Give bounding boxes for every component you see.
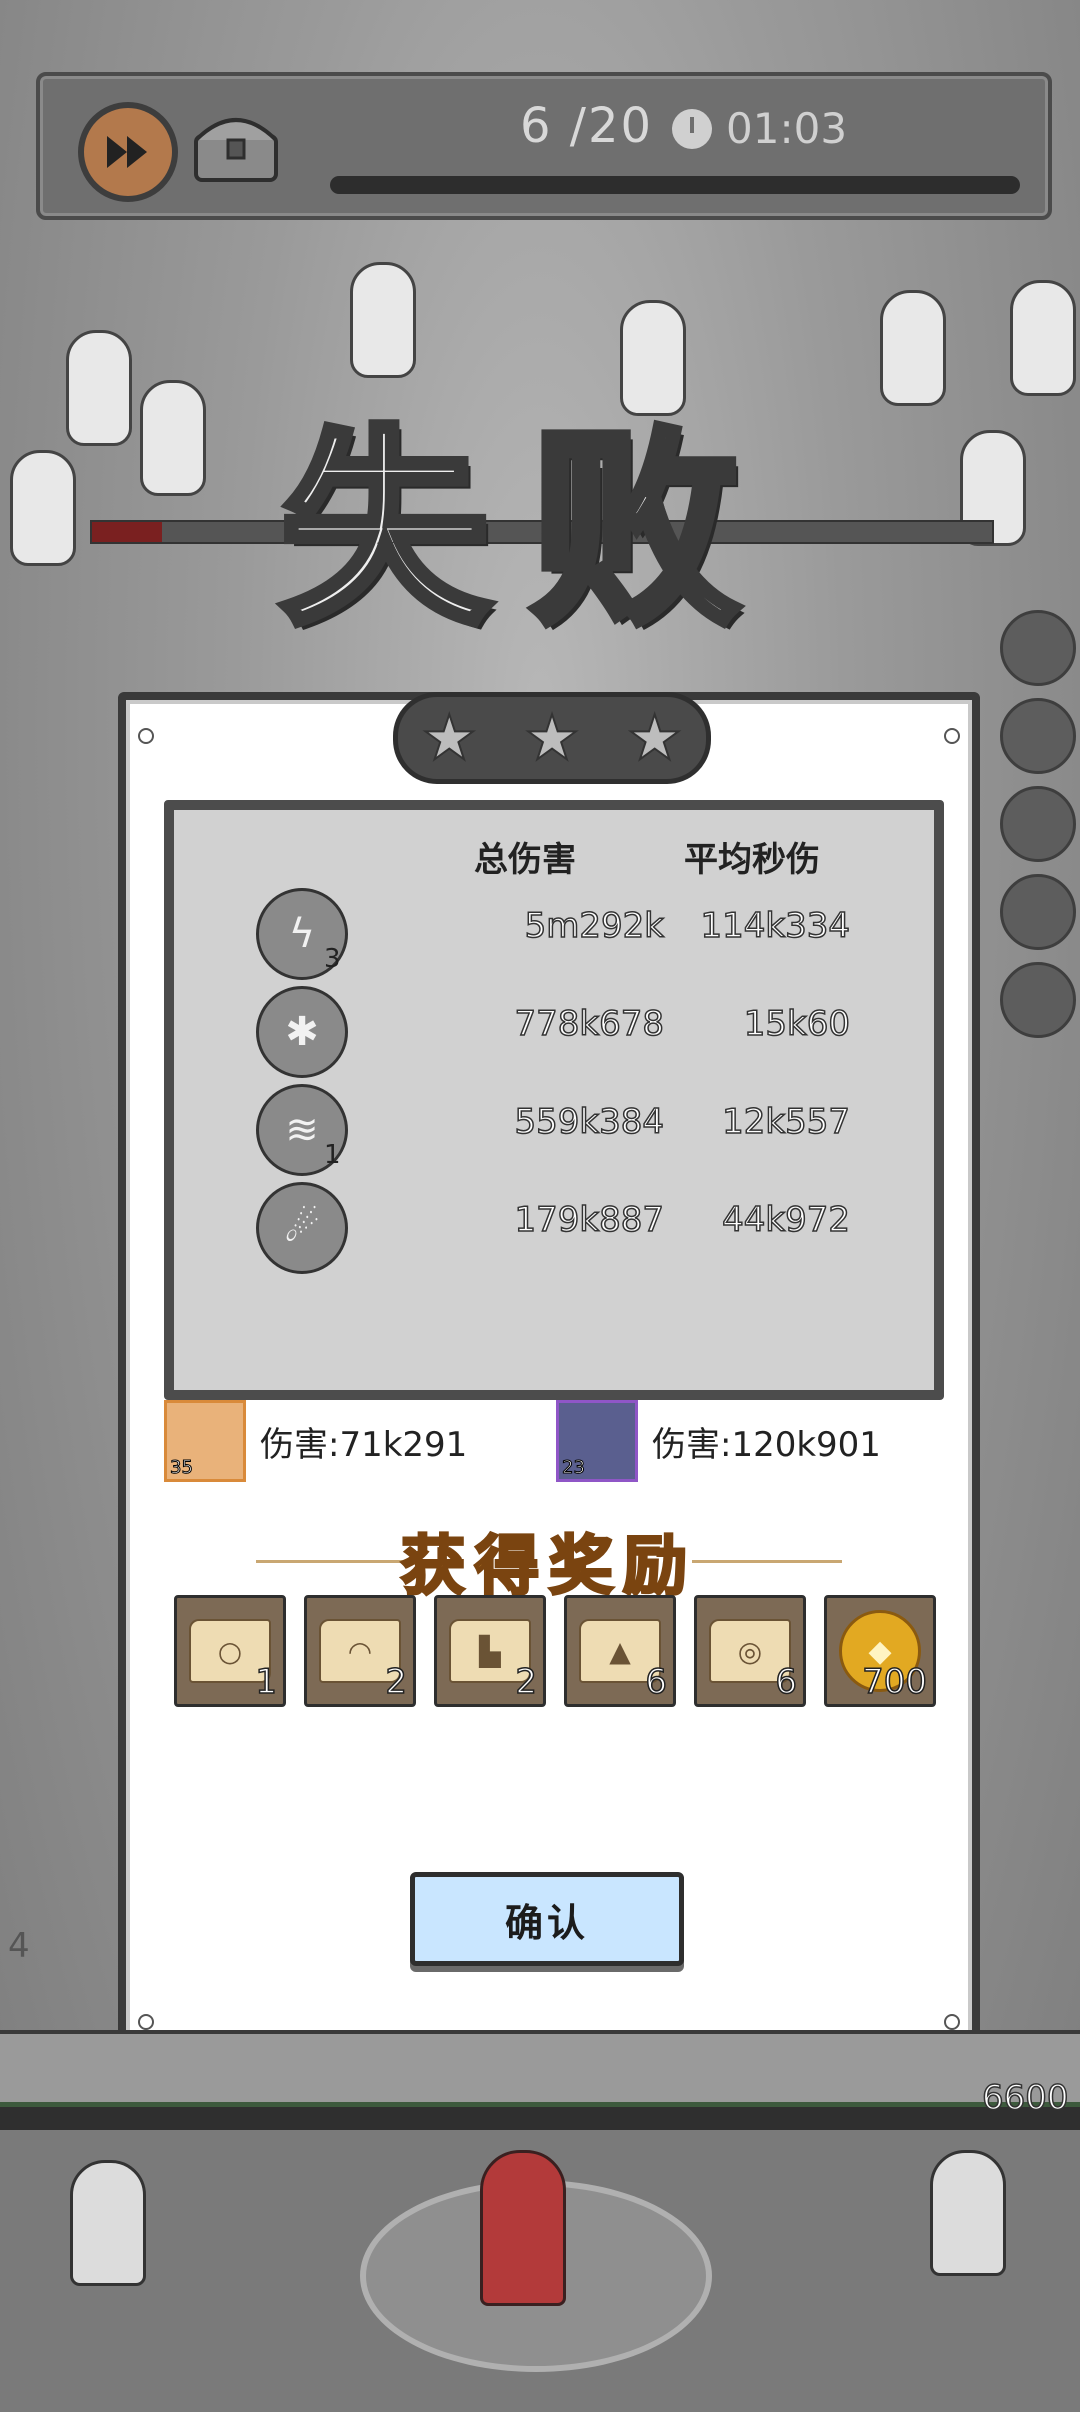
damage-stats-panel: 总伤害 平均秒伤 ϟ 3 5m292k 114k334 ✱ 778k678 15… (164, 800, 944, 1400)
clock-icon (672, 108, 712, 149)
skill-stat-row: ≋ 1 559k384 12k557 (174, 1084, 934, 1176)
reward-list: ○ 1 ◠ 2 ▙ 2 ▲ 6 ◎ 6 ◆ 700 (174, 1595, 936, 1707)
skill-total-damage: 559k384 (514, 1101, 665, 1143)
skill-level: 3 (324, 944, 341, 974)
confirm-button[interactable]: 确认 (410, 1872, 684, 1966)
skill-stat-row: ϟ 3 5m292k 114k334 (174, 888, 934, 980)
reward-quantity: 2 (515, 1661, 538, 1703)
star-empty-icon: ★ (523, 701, 581, 774)
fast-forward-button[interactable] (78, 102, 178, 202)
rewards-title: 获得奖励 (400, 1528, 697, 1606)
treasure-chest-button[interactable] (190, 106, 282, 184)
enemy-ghost (10, 450, 76, 566)
reward-quantity: 1 (255, 1661, 278, 1703)
hero-avatar[interactable]: 35 (164, 1400, 246, 1482)
avg-dps-header: 平均秒伤 (684, 840, 820, 880)
reward-quantity: 2 (385, 1661, 408, 1703)
crystal-skill-icon: ✱ (256, 986, 348, 1078)
wall-health-bar (0, 2102, 1080, 2133)
enemy-ghost (140, 380, 206, 496)
meteor-skill-icon: ☄ (256, 1182, 348, 1274)
reward-item[interactable]: ◎ 6 (694, 1595, 806, 1707)
skill-total-damage: 778k678 (514, 1003, 665, 1045)
reward-quantity: 700 (861, 1661, 927, 1703)
rivet (138, 728, 154, 744)
total-damage-header: 总伤害 (474, 840, 576, 880)
reward-item[interactable]: ◠ 2 (304, 1595, 416, 1707)
chest-icon (194, 118, 278, 182)
hero-damage-row: 35 伤害:71k291 23 伤害:120k901 (164, 1400, 924, 1490)
side-skill-icon[interactable] (1000, 962, 1076, 1038)
reward-item[interactable]: ◆ 700 (824, 1595, 936, 1707)
enemy-ghost (66, 330, 132, 446)
timer-text: 01:03 (726, 104, 848, 153)
skill-stat-row: ✱ 778k678 15k60 (174, 986, 934, 1078)
hero-damage-entry: 35 伤害:71k291 (164, 1400, 467, 1482)
wave-progress-bar (330, 176, 1020, 194)
skill-stat-row: ☄ 179k887 44k972 (174, 1182, 934, 1274)
reward-quantity: 6 (775, 1661, 798, 1703)
skill-avg-dps: 44k972 (721, 1199, 850, 1241)
side-skill-icon[interactable] (1000, 698, 1076, 774)
side-skill-icon[interactable] (1000, 874, 1076, 950)
skill-avg-dps: 15k60 (743, 1003, 851, 1045)
side-skill-icon[interactable] (1000, 786, 1076, 862)
hero-damage-entry: 23 伤害:120k901 (556, 1400, 881, 1482)
left-counter: 4 (8, 1926, 30, 1966)
reward-quantity: 6 (645, 1661, 668, 1703)
player-mage (480, 2150, 566, 2306)
reward-item[interactable]: ○ 1 (174, 1595, 286, 1707)
skill-total-damage: 5m292k (524, 905, 665, 947)
skill-total-damage: 179k887 (514, 1199, 665, 1241)
hero-level: 23 (562, 1457, 586, 1479)
side-skill-icon[interactable] (1000, 610, 1076, 686)
side-skill-column (1000, 610, 1076, 1050)
hero-level: 35 (170, 1457, 194, 1479)
wall-hp-value: 6600 (981, 2077, 1069, 2119)
enemy-ghost (1010, 280, 1076, 396)
rivet (138, 2014, 154, 2030)
reward-item[interactable]: ▲ 6 (564, 1595, 676, 1707)
wave-counter: 6 /20 (520, 98, 654, 154)
ally-hero (70, 2160, 146, 2286)
star-rating: ★ ★ ★ (393, 692, 711, 784)
reward-item[interactable]: ▙ 2 (434, 1595, 546, 1707)
enemy-ghost (880, 290, 946, 406)
skill-avg-dps: 12k557 (721, 1101, 850, 1143)
hero-damage-text: 伤害:71k291 (260, 1424, 468, 1465)
rivet (944, 728, 960, 744)
top-hud: 6 /20 01:03 (36, 72, 1052, 220)
rivet (944, 2014, 960, 2030)
fast-forward-icon (107, 136, 147, 168)
star-empty-icon: ★ (626, 701, 684, 774)
ally-hero (930, 2150, 1006, 2276)
skill-avg-dps: 114k334 (700, 905, 851, 947)
skill-level: 1 (324, 1140, 341, 1170)
defeat-title: 失败 (276, 402, 781, 657)
result-dialog: ★ ★ ★ 总伤害 平均秒伤 ϟ 3 5m292k 114k334 ✱ 778k… (118, 692, 980, 2050)
star-empty-icon: ★ (421, 701, 479, 774)
hero-avatar[interactable]: 23 (556, 1400, 638, 1482)
battle-timer: 01:03 (672, 104, 847, 153)
hero-damage-text: 伤害:120k901 (652, 1424, 881, 1465)
